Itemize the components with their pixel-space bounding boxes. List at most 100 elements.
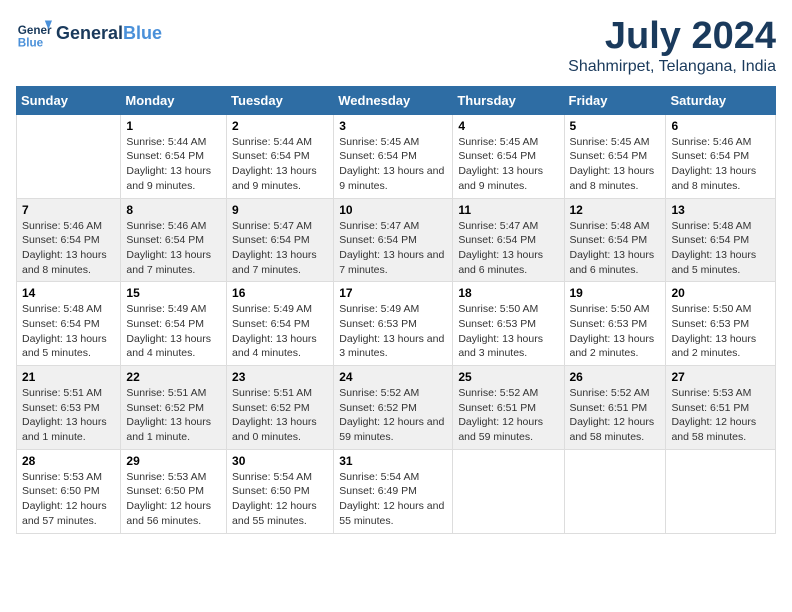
- day-header-saturday: Saturday: [666, 86, 776, 114]
- day-header-thursday: Thursday: [453, 86, 564, 114]
- calendar-cell: 26 Sunrise: 5:52 AM Sunset: 6:51 PM Dayl…: [564, 366, 666, 450]
- title-area: July 2024 Shahmirpet, Telangana, India: [568, 16, 776, 76]
- sunrise-time: Sunrise: 5:47 AM: [232, 220, 312, 232]
- date-number: 21: [22, 370, 115, 384]
- calendar-cell: 24 Sunrise: 5:52 AM Sunset: 6:52 PM Dayl…: [334, 366, 453, 450]
- sun-info: Sunrise: 5:52 AM Sunset: 6:51 PM Dayligh…: [458, 386, 558, 445]
- sunset-time: Sunset: 6:50 PM: [232, 485, 310, 497]
- svg-text:Blue: Blue: [18, 37, 44, 50]
- logo-icon: General Blue: [16, 16, 52, 52]
- date-number: 10: [339, 203, 447, 217]
- date-number: 31: [339, 454, 447, 468]
- calendar-cell: 20 Sunrise: 5:50 AM Sunset: 6:53 PM Dayl…: [666, 282, 776, 366]
- sunrise-time: Sunrise: 5:48 AM: [570, 220, 650, 232]
- date-number: 11: [458, 203, 558, 217]
- sunset-time: Sunset: 6:54 PM: [232, 150, 310, 162]
- daylight-hours: Daylight: 13 hours and 7 minutes.: [339, 249, 444, 276]
- calendar-cell: [564, 449, 666, 533]
- sunset-time: Sunset: 6:53 PM: [458, 318, 536, 330]
- daylight-hours: Daylight: 13 hours and 9 minutes.: [232, 165, 317, 192]
- sunset-time: Sunset: 6:51 PM: [570, 402, 648, 414]
- sun-info: Sunrise: 5:47 AM Sunset: 6:54 PM Dayligh…: [232, 219, 328, 278]
- calendar-cell: 2 Sunrise: 5:44 AM Sunset: 6:54 PM Dayli…: [227, 114, 334, 198]
- sunrise-time: Sunrise: 5:44 AM: [232, 136, 312, 148]
- calendar-cell: 13 Sunrise: 5:48 AM Sunset: 6:54 PM Dayl…: [666, 198, 776, 282]
- sunrise-time: Sunrise: 5:53 AM: [22, 471, 102, 483]
- sun-info: Sunrise: 5:50 AM Sunset: 6:53 PM Dayligh…: [458, 302, 558, 361]
- date-number: 23: [232, 370, 328, 384]
- daylight-hours: Daylight: 13 hours and 7 minutes.: [126, 249, 211, 276]
- calendar-table: SundayMondayTuesdayWednesdayThursdayFrid…: [16, 86, 776, 534]
- sunrise-time: Sunrise: 5:45 AM: [458, 136, 538, 148]
- logo-text: GeneralBlue: [56, 24, 162, 44]
- sun-info: Sunrise: 5:54 AM Sunset: 6:49 PM Dayligh…: [339, 470, 447, 529]
- sunset-time: Sunset: 6:54 PM: [22, 234, 100, 246]
- sunset-time: Sunset: 6:52 PM: [339, 402, 417, 414]
- sunrise-time: Sunrise: 5:50 AM: [458, 303, 538, 315]
- calendar-cell: 8 Sunrise: 5:46 AM Sunset: 6:54 PM Dayli…: [121, 198, 227, 282]
- date-number: 19: [570, 286, 661, 300]
- calendar-cell: 22 Sunrise: 5:51 AM Sunset: 6:52 PM Dayl…: [121, 366, 227, 450]
- sunrise-time: Sunrise: 5:48 AM: [671, 220, 751, 232]
- calendar-cell: 30 Sunrise: 5:54 AM Sunset: 6:50 PM Dayl…: [227, 449, 334, 533]
- sunset-time: Sunset: 6:53 PM: [671, 318, 749, 330]
- sun-info: Sunrise: 5:48 AM Sunset: 6:54 PM Dayligh…: [570, 219, 661, 278]
- date-number: 30: [232, 454, 328, 468]
- daylight-hours: Daylight: 13 hours and 1 minute.: [126, 416, 211, 443]
- calendar-cell: 17 Sunrise: 5:49 AM Sunset: 6:53 PM Dayl…: [334, 282, 453, 366]
- sunset-time: Sunset: 6:54 PM: [126, 150, 204, 162]
- day-header-monday: Monday: [121, 86, 227, 114]
- sun-info: Sunrise: 5:45 AM Sunset: 6:54 PM Dayligh…: [339, 135, 447, 194]
- sun-info: Sunrise: 5:49 AM Sunset: 6:53 PM Dayligh…: [339, 302, 447, 361]
- sunset-time: Sunset: 6:53 PM: [22, 402, 100, 414]
- date-number: 22: [126, 370, 221, 384]
- daylight-hours: Daylight: 13 hours and 7 minutes.: [232, 249, 317, 276]
- calendar-cell: 28 Sunrise: 5:53 AM Sunset: 6:50 PM Dayl…: [17, 449, 121, 533]
- day-header-wednesday: Wednesday: [334, 86, 453, 114]
- daylight-hours: Daylight: 12 hours and 55 minutes.: [339, 500, 444, 527]
- week-row-1: 1 Sunrise: 5:44 AM Sunset: 6:54 PM Dayli…: [17, 114, 776, 198]
- sunrise-time: Sunrise: 5:52 AM: [570, 387, 650, 399]
- sunrise-time: Sunrise: 5:46 AM: [671, 136, 751, 148]
- calendar-cell: 23 Sunrise: 5:51 AM Sunset: 6:52 PM Dayl…: [227, 366, 334, 450]
- calendar-cell: [17, 114, 121, 198]
- sunset-time: Sunset: 6:54 PM: [570, 234, 648, 246]
- day-header-sunday: Sunday: [17, 86, 121, 114]
- sun-info: Sunrise: 5:48 AM Sunset: 6:54 PM Dayligh…: [22, 302, 115, 361]
- calendar-cell: 10 Sunrise: 5:47 AM Sunset: 6:54 PM Dayl…: [334, 198, 453, 282]
- sunrise-time: Sunrise: 5:54 AM: [232, 471, 312, 483]
- sun-info: Sunrise: 5:46 AM Sunset: 6:54 PM Dayligh…: [126, 219, 221, 278]
- sunset-time: Sunset: 6:51 PM: [458, 402, 536, 414]
- daylight-hours: Daylight: 13 hours and 3 minutes.: [339, 333, 444, 360]
- calendar-cell: 9 Sunrise: 5:47 AM Sunset: 6:54 PM Dayli…: [227, 198, 334, 282]
- daylight-hours: Daylight: 13 hours and 9 minutes.: [126, 165, 211, 192]
- date-number: 3: [339, 119, 447, 133]
- daylight-hours: Daylight: 13 hours and 5 minutes.: [22, 333, 107, 360]
- sunrise-time: Sunrise: 5:45 AM: [570, 136, 650, 148]
- date-number: 5: [570, 119, 661, 133]
- daylight-hours: Daylight: 12 hours and 56 minutes.: [126, 500, 211, 527]
- sun-info: Sunrise: 5:52 AM Sunset: 6:52 PM Dayligh…: [339, 386, 447, 445]
- date-number: 26: [570, 370, 661, 384]
- date-number: 1: [126, 119, 221, 133]
- sunset-time: Sunset: 6:54 PM: [126, 318, 204, 330]
- calendar-cell: 3 Sunrise: 5:45 AM Sunset: 6:54 PM Dayli…: [334, 114, 453, 198]
- calendar-cell: [666, 449, 776, 533]
- calendar-cell: 18 Sunrise: 5:50 AM Sunset: 6:53 PM Dayl…: [453, 282, 564, 366]
- calendar-cell: 27 Sunrise: 5:53 AM Sunset: 6:51 PM Dayl…: [666, 366, 776, 450]
- sunset-time: Sunset: 6:53 PM: [339, 318, 417, 330]
- sunrise-time: Sunrise: 5:45 AM: [339, 136, 419, 148]
- daylight-hours: Daylight: 13 hours and 8 minutes.: [570, 165, 655, 192]
- calendar-cell: 19 Sunrise: 5:50 AM Sunset: 6:53 PM Dayl…: [564, 282, 666, 366]
- sunrise-time: Sunrise: 5:52 AM: [339, 387, 419, 399]
- sun-info: Sunrise: 5:44 AM Sunset: 6:54 PM Dayligh…: [126, 135, 221, 194]
- sun-info: Sunrise: 5:53 AM Sunset: 6:50 PM Dayligh…: [22, 470, 115, 529]
- date-number: 15: [126, 286, 221, 300]
- daylight-hours: Daylight: 12 hours and 58 minutes.: [570, 416, 655, 443]
- sunrise-time: Sunrise: 5:47 AM: [458, 220, 538, 232]
- sun-info: Sunrise: 5:50 AM Sunset: 6:53 PM Dayligh…: [570, 302, 661, 361]
- date-number: 16: [232, 286, 328, 300]
- sunrise-time: Sunrise: 5:50 AM: [671, 303, 751, 315]
- sunrise-time: Sunrise: 5:49 AM: [339, 303, 419, 315]
- svg-text:General: General: [18, 24, 52, 37]
